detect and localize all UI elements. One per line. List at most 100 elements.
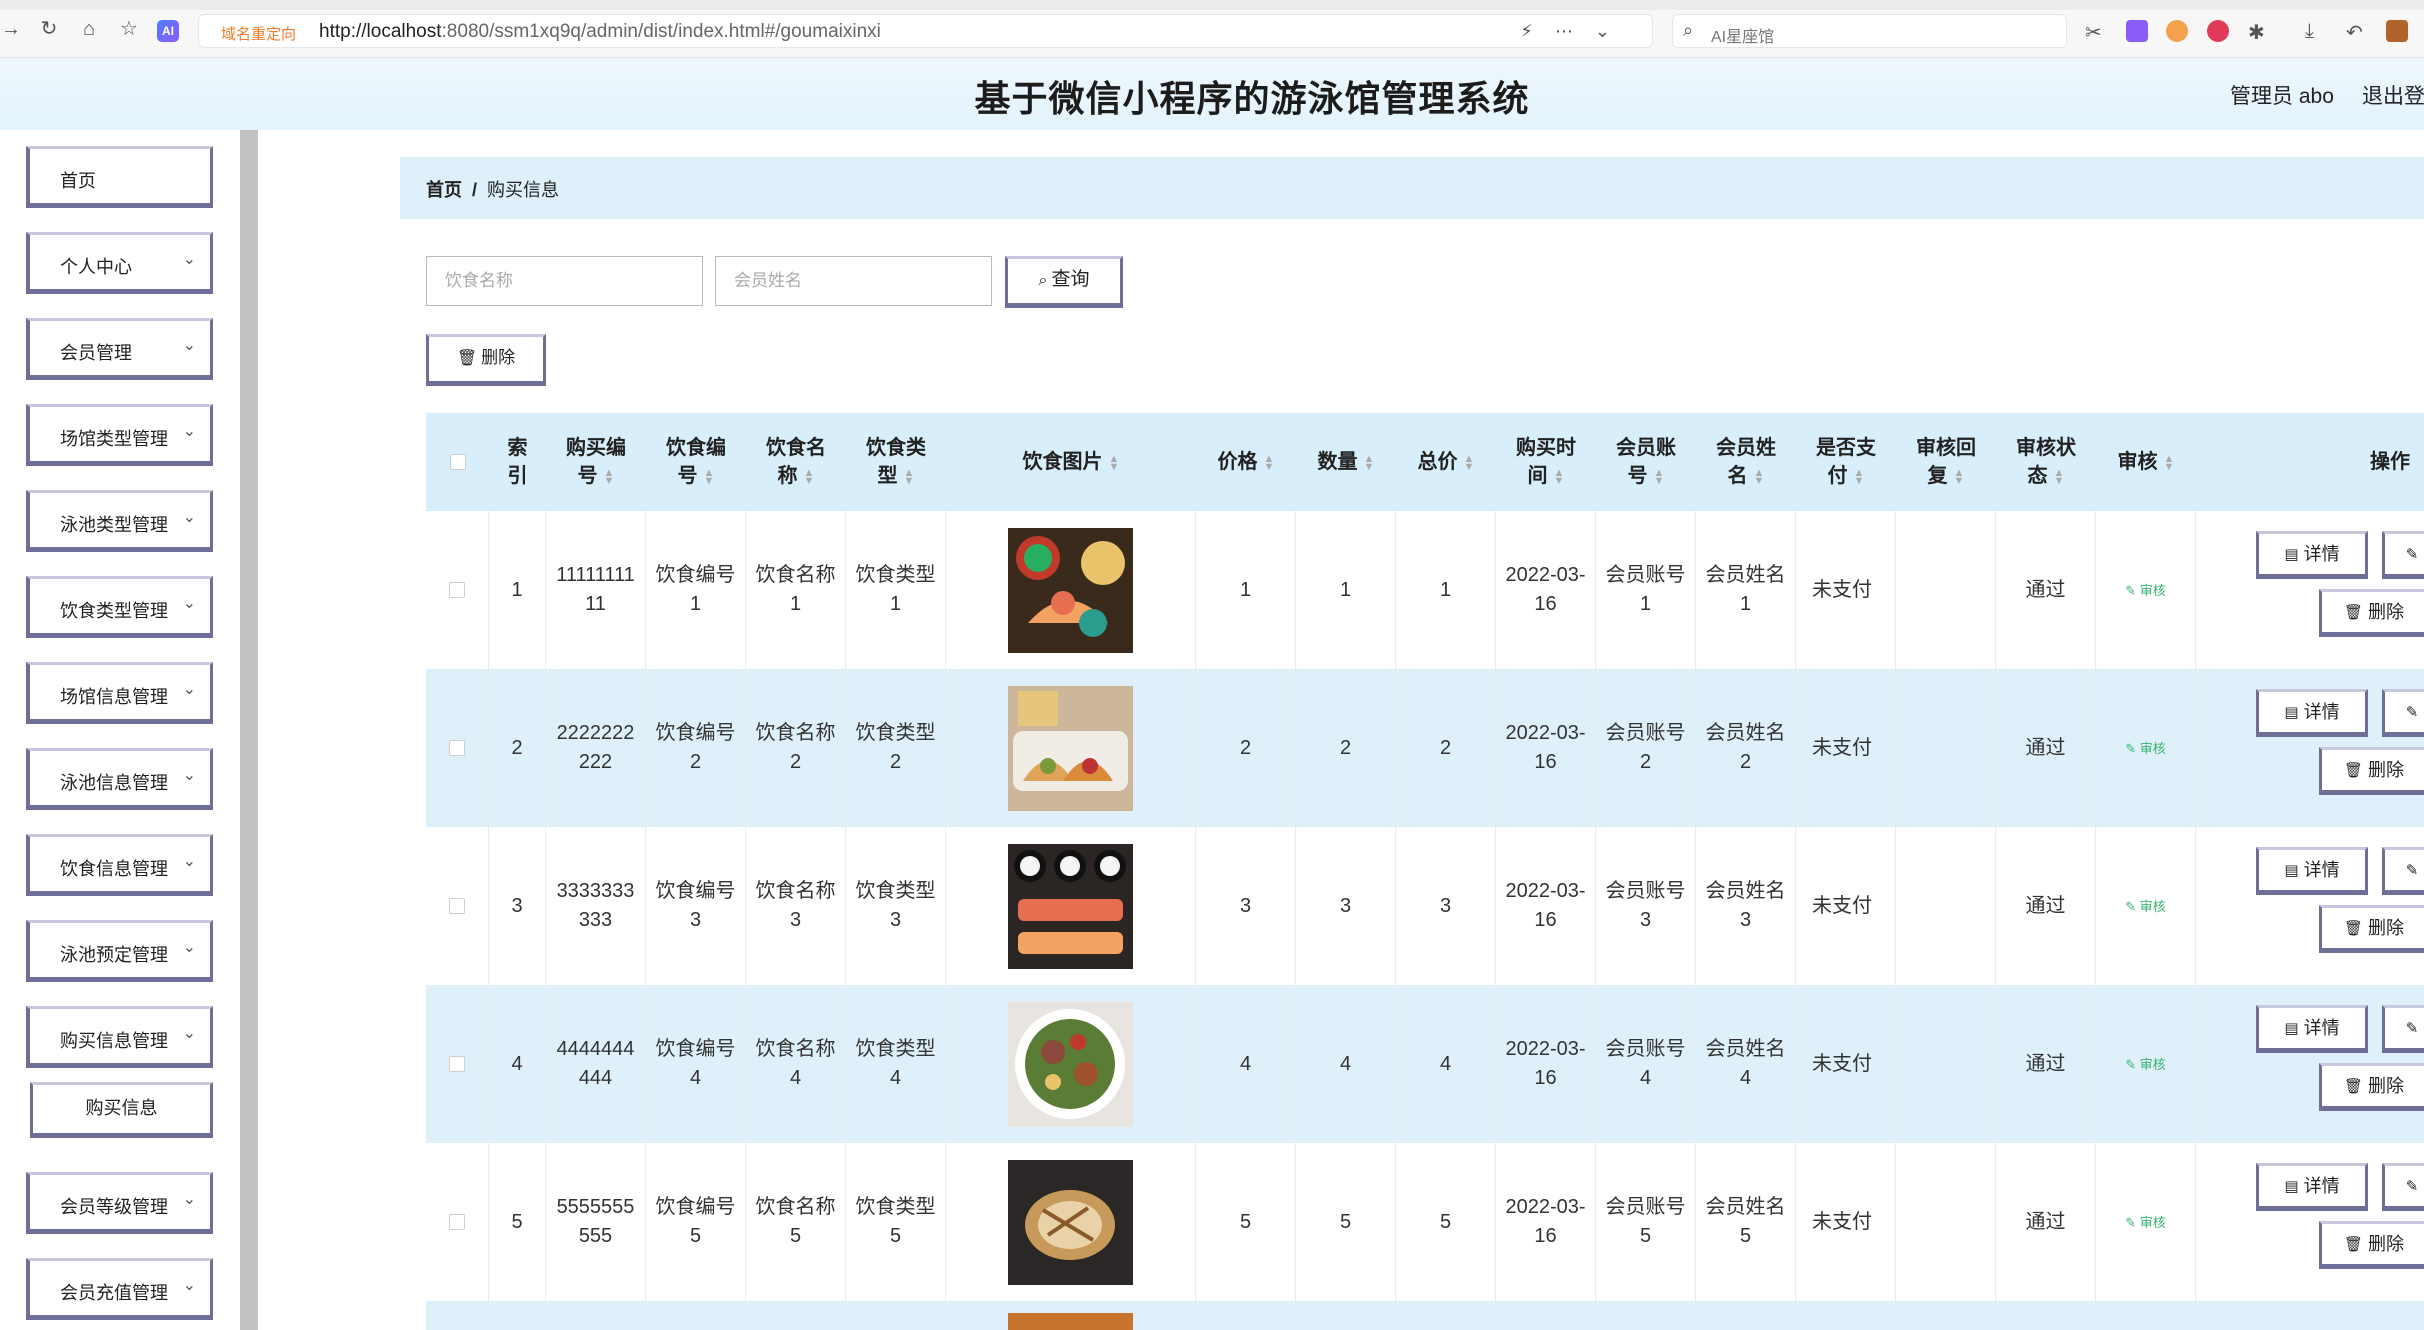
query-button[interactable]: ⌕ 查询 <box>1005 256 1123 308</box>
column-header-audit[interactable]: 审核 ▲ ▼ <box>2096 413 2196 511</box>
column-header-index: 索引 <box>507 437 528 487</box>
sidebar-item-food-info[interactable]: 饮食信息管理 ⌄ <box>26 834 213 896</box>
table-row: 5 5555555555 饮食编号5 饮食名称5 饮食类型5 5 5 5 2022-03-16 会… <box>426 1143 2424 1301</box>
sort-icon[interactable]: ▲ ▼ <box>2054 467 2065 486</box>
sidebar-item-food-types[interactable]: 饮食类型管理 ⌄ <box>26 576 213 638</box>
ai-extension-icon[interactable]: AI <box>157 20 179 42</box>
sort-icon[interactable]: ▲ ▼ <box>1264 453 1275 472</box>
edit-button[interactable]: ✎ <box>2382 531 2424 579</box>
edit-button[interactable]: ✎ <box>2382 1163 2424 1211</box>
column-header-food-image[interactable]: 饮食图片 ▲ ▼ <box>946 413 1196 511</box>
sidebar-scrollbar[interactable] <box>240 130 258 1330</box>
column-header-food-no[interactable]: 饮食编号 ▲ ▼ <box>646 413 746 511</box>
sort-icon[interactable]: ▲ ▼ <box>1554 467 1565 486</box>
favorites-icon[interactable]: ☆ <box>118 18 140 40</box>
row-delete-button[interactable]: 🗑 删除 <box>2319 905 2424 953</box>
cell-food-image <box>946 669 1196 827</box>
document-icon: ▤ <box>2284 1177 2299 1195</box>
sidebar-item-venue-info[interactable]: 场馆信息管理 ⌄ <box>26 662 213 724</box>
undo-icon[interactable]: ↶ <box>2346 20 2368 44</box>
sort-icon[interactable]: ▲ ▼ <box>2164 453 2175 472</box>
downloads-icon[interactable]: ⤓ <box>2305 20 2327 42</box>
edit-button[interactable]: ✎ <box>2382 1005 2424 1053</box>
briefcase-extension-icon[interactable] <box>2386 20 2408 42</box>
detail-button[interactable]: ▤ 详情 <box>2256 531 2368 579</box>
cell-member-account: 会员账号5 <box>1596 1143 1696 1301</box>
extension-icon[interactable] <box>2207 20 2229 42</box>
puzzle-extensions-icon[interactable]: ✱ <box>2248 20 2270 44</box>
sort-icon[interactable]: ▲ ▼ <box>804 467 815 486</box>
sidebar-item-pool-types[interactable]: 泳池类型管理 ⌄ <box>26 490 213 552</box>
sort-icon[interactable]: ▲ ▼ <box>1854 467 1865 486</box>
row-checkbox[interactable] <box>449 1056 465 1072</box>
column-header-member[interactable]: 会员姓名 ▲ ▼ <box>1696 413 1796 511</box>
member-name-input[interactable]: 会员姓名 <box>715 256 992 306</box>
row-delete-button[interactable]: 🗑 删除 <box>2319 1221 2424 1269</box>
sort-icon[interactable]: ▲ ▼ <box>604 467 615 486</box>
sidebar-item-pool-info[interactable]: 泳池信息管理 ⌄ <box>26 748 213 810</box>
bulk-delete-button[interactable]: 🗑 删除 <box>426 334 546 386</box>
column-header-qty[interactable]: 数量 ▲ ▼ <box>1296 413 1396 511</box>
detail-button[interactable]: ▤ 详情 <box>2256 1163 2368 1211</box>
sidebar-item-profile[interactable]: 个人中心 ⌄ <box>26 232 213 294</box>
column-header-reply[interactable]: 审核回复 ▲ ▼ <box>1896 413 1996 511</box>
edit-button[interactable]: ✎ <box>2382 847 2424 895</box>
audit-link[interactable]: ✎ 审核 <box>2125 734 2166 763</box>
column-header-paid[interactable]: 是否支付 ▲ ▼ <box>1796 413 1896 511</box>
sidebar-item-member-recharge[interactable]: 会员充值管理 ⌄ <box>26 1258 213 1320</box>
logout-link[interactable]: 退出登 <box>2362 80 2424 110</box>
detail-button[interactable]: ▤ 详情 <box>2256 1005 2368 1053</box>
row-checkbox[interactable] <box>449 1214 465 1230</box>
audit-link[interactable]: ✎ 审核 <box>2125 576 2166 605</box>
column-header-total[interactable]: 总价 ▲ ▼ <box>1396 413 1496 511</box>
sort-icon[interactable]: ▲ ▼ <box>1464 453 1475 472</box>
browser-search-box[interactable]: ⌕ AI星座馆 <box>1672 14 2067 48</box>
sort-icon[interactable]: ▲ ▼ <box>704 467 715 486</box>
trash-icon: 🗑 <box>2343 1235 2364 1253</box>
sort-icon[interactable]: ▲ ▼ <box>1954 467 1965 486</box>
audit-link[interactable]: ✎ 审核 <box>2125 1050 2166 1079</box>
sidebar-item-purchase-mgmt[interactable]: 购买信息管理 ⌄ <box>26 1006 213 1068</box>
row-delete-button[interactable]: 🗑 删除 <box>2319 589 2424 637</box>
select-all-checkbox[interactable] <box>449 454 466 470</box>
row-checkbox[interactable] <box>449 582 465 598</box>
detail-button[interactable]: ▤ 详情 <box>2256 689 2368 737</box>
sort-icon[interactable]: ▲ ▼ <box>1754 467 1765 486</box>
wallet-extension-icon[interactable] <box>2166 20 2188 42</box>
column-header-time[interactable]: 购买时间 ▲ ▼ <box>1496 413 1596 511</box>
column-header-food-type[interactable]: 饮食类型 ▲ ▼ <box>846 413 946 511</box>
address-bar-actions[interactable]: ⚡⋯⌄ <box>1520 21 1632 42</box>
column-header-account[interactable]: 会员账号 ▲ ▼ <box>1596 413 1696 511</box>
sort-icon[interactable]: ▲ ▼ <box>1654 467 1665 486</box>
column-header-price[interactable]: 价格 ▲ ▼ <box>1196 413 1296 511</box>
breadcrumb-home[interactable]: 首页 <box>426 180 462 200</box>
sidebar-item-venue-types[interactable]: 场馆类型管理 ⌄ <box>26 404 213 466</box>
address-bar[interactable]: 域名重定向 http://localhost:8080/ssm1xq9q/adm… <box>198 14 1653 48</box>
sidebar-item-member-levels[interactable]: 会员等级管理 ⌄ <box>26 1172 213 1234</box>
sidebar-item-members[interactable]: 会员管理 ⌄ <box>26 318 213 380</box>
home-icon[interactable]: ⌂ <box>78 18 100 40</box>
sidebar-subitem-purchase-info[interactable]: 购买信息 <box>30 1082 213 1138</box>
audit-link[interactable]: ✎ 审核 <box>2125 892 2166 921</box>
sidebar-item-home[interactable]: 首页 <box>26 146 213 208</box>
forward-icon[interactable]: → <box>0 18 22 40</box>
sort-icon[interactable]: ▲ ▼ <box>904 467 915 486</box>
column-header-food-name[interactable]: 饮食名称 ▲ ▼ <box>746 413 846 511</box>
sidebar-item-pool-booking[interactable]: 泳池预定管理 ⌄ <box>26 920 213 982</box>
row-delete-button[interactable]: 🗑 删除 <box>2319 747 2424 795</box>
detail-button[interactable]: ▤ 详情 <box>2256 847 2368 895</box>
food-name-input[interactable]: 饮食名称 <box>426 256 703 306</box>
edit-button[interactable]: ✎ <box>2382 689 2424 737</box>
row-checkbox[interactable] <box>449 740 465 756</box>
row-delete-button[interactable]: 🗑 删除 <box>2319 1063 2424 1111</box>
column-header-status[interactable]: 审核状态 ▲ ▼ <box>1996 413 2096 511</box>
reload-icon[interactable]: ↻ <box>38 18 60 40</box>
sort-icon[interactable]: ▲ ▼ <box>1109 453 1120 472</box>
translate-extension-icon[interactable] <box>2126 20 2148 42</box>
cell-price: 5 <box>1196 1143 1296 1301</box>
column-header-buy-no[interactable]: 购买编号 ▲ ▼ <box>546 413 646 511</box>
sort-icon[interactable]: ▲ ▼ <box>1364 453 1375 472</box>
row-checkbox[interactable] <box>449 898 465 914</box>
scissors-icon[interactable]: ✂ <box>2085 20 2107 44</box>
audit-link[interactable]: ✎ 审核 <box>2125 1208 2166 1237</box>
